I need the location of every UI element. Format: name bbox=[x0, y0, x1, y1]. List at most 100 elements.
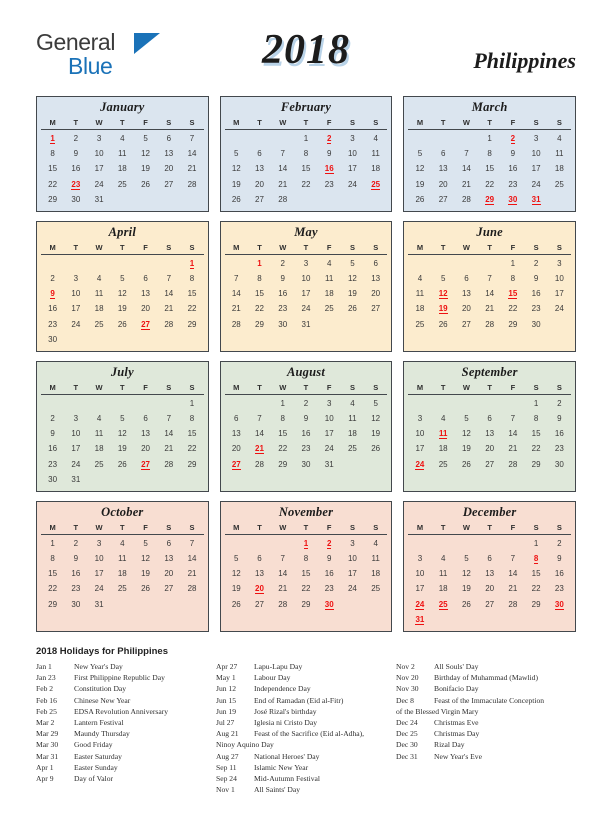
day-cell[interactable]: 2 bbox=[271, 254, 294, 271]
day-cell[interactable]: 18 bbox=[364, 161, 387, 176]
day-cell[interactable]: 11 bbox=[408, 286, 431, 301]
day-cell[interactable]: 8 bbox=[294, 146, 317, 161]
day-cell[interactable]: 7 bbox=[248, 411, 271, 426]
day-cell[interactable]: 26 bbox=[364, 441, 387, 456]
day-cell[interactable]: 16 bbox=[294, 426, 317, 441]
day-cell[interactable]: 28 bbox=[180, 581, 203, 596]
day-cell[interactable]: 19 bbox=[364, 426, 387, 441]
day-cell[interactable]: 25 bbox=[341, 441, 364, 456]
day-cell[interactable]: 22 bbox=[294, 581, 317, 596]
day-cell[interactable]: 27 bbox=[478, 597, 501, 612]
day-cell[interactable]: 24 bbox=[318, 441, 341, 456]
day-cell[interactable]: 24 bbox=[341, 581, 364, 596]
day-cell[interactable]: 14 bbox=[501, 426, 524, 441]
day-cell[interactable]: 17 bbox=[64, 441, 87, 456]
day-cell[interactable]: 23 bbox=[294, 441, 317, 456]
day-cell[interactable]: 12 bbox=[111, 426, 134, 441]
day-cell[interactable]: 26 bbox=[111, 317, 134, 332]
day-cell[interactable]: 8 bbox=[501, 271, 524, 286]
day-cell[interactable]: 9 bbox=[525, 271, 548, 286]
day-cell[interactable]: 22 bbox=[525, 441, 548, 456]
day-cell[interactable]: 7 bbox=[180, 130, 203, 147]
day-cell[interactable]: 22 bbox=[180, 301, 203, 316]
day-cell[interactable]: 2 bbox=[41, 271, 64, 286]
day-cell[interactable]: 20 bbox=[134, 301, 157, 316]
day-cell[interactable]: 9 bbox=[318, 551, 341, 566]
day-cell[interactable]: 28 bbox=[501, 597, 524, 612]
day-cell-holiday[interactable]: 31 bbox=[408, 612, 431, 627]
day-cell[interactable]: 30 bbox=[64, 597, 87, 612]
day-cell[interactable]: 9 bbox=[501, 146, 524, 161]
day-cell[interactable]: 25 bbox=[548, 176, 571, 191]
day-cell-holiday[interactable]: 30 bbox=[501, 192, 524, 207]
day-cell[interactable]: 9 bbox=[548, 411, 571, 426]
day-cell[interactable]: 30 bbox=[41, 332, 64, 347]
day-cell[interactable]: 8 bbox=[248, 271, 271, 286]
day-cell[interactable]: 5 bbox=[364, 394, 387, 411]
day-cell[interactable]: 19 bbox=[225, 581, 248, 596]
day-cell[interactable]: 28 bbox=[478, 317, 501, 332]
day-cell[interactable]: 20 bbox=[455, 301, 478, 316]
day-cell[interactable]: 7 bbox=[501, 551, 524, 566]
day-cell-holiday[interactable]: 2 bbox=[501, 130, 524, 147]
day-cell[interactable]: 13 bbox=[432, 161, 455, 176]
day-cell[interactable]: 28 bbox=[225, 317, 248, 332]
day-cell[interactable]: 28 bbox=[157, 457, 180, 472]
day-cell[interactable]: 21 bbox=[455, 176, 478, 191]
day-cell[interactable]: 27 bbox=[455, 317, 478, 332]
day-cell-holiday[interactable]: 24 bbox=[408, 597, 431, 612]
day-cell[interactable]: 24 bbox=[548, 301, 571, 316]
day-cell[interactable]: 3 bbox=[341, 534, 364, 551]
day-cell[interactable]: 11 bbox=[111, 551, 134, 566]
day-cell[interactable]: 29 bbox=[248, 317, 271, 332]
day-cell[interactable]: 17 bbox=[64, 301, 87, 316]
day-cell[interactable]: 21 bbox=[271, 176, 294, 191]
day-cell[interactable]: 18 bbox=[548, 161, 571, 176]
day-cell[interactable]: 15 bbox=[41, 161, 64, 176]
day-cell[interactable]: 4 bbox=[341, 394, 364, 411]
day-cell[interactable]: 19 bbox=[134, 161, 157, 176]
day-cell[interactable]: 29 bbox=[41, 597, 64, 612]
day-cell[interactable]: 28 bbox=[180, 176, 203, 191]
day-cell[interactable]: 11 bbox=[87, 426, 110, 441]
day-cell[interactable]: 28 bbox=[271, 192, 294, 207]
day-cell[interactable]: 7 bbox=[157, 411, 180, 426]
day-cell[interactable]: 2 bbox=[64, 534, 87, 551]
day-cell[interactable]: 12 bbox=[134, 551, 157, 566]
day-cell[interactable]: 29 bbox=[294, 597, 317, 612]
day-cell[interactable]: 19 bbox=[455, 441, 478, 456]
day-cell[interactable]: 25 bbox=[432, 457, 455, 472]
day-cell[interactable]: 31 bbox=[87, 192, 110, 207]
day-cell[interactable]: 22 bbox=[501, 301, 524, 316]
day-cell[interactable]: 13 bbox=[157, 551, 180, 566]
day-cell[interactable]: 15 bbox=[294, 566, 317, 581]
day-cell[interactable]: 20 bbox=[478, 441, 501, 456]
day-cell[interactable]: 15 bbox=[525, 566, 548, 581]
day-cell[interactable]: 27 bbox=[364, 301, 387, 316]
day-cell[interactable]: 21 bbox=[180, 161, 203, 176]
day-cell[interactable]: 26 bbox=[341, 301, 364, 316]
day-cell[interactable]: 28 bbox=[455, 192, 478, 207]
day-cell-holiday[interactable]: 2 bbox=[318, 130, 341, 147]
day-cell[interactable]: 21 bbox=[501, 441, 524, 456]
day-cell[interactable]: 20 bbox=[157, 161, 180, 176]
day-cell[interactable]: 9 bbox=[548, 551, 571, 566]
day-cell[interactable]: 12 bbox=[225, 161, 248, 176]
day-cell[interactable]: 8 bbox=[478, 146, 501, 161]
day-cell[interactable]: 17 bbox=[548, 286, 571, 301]
day-cell[interactable]: 16 bbox=[501, 161, 524, 176]
day-cell[interactable]: 3 bbox=[64, 411, 87, 426]
day-cell[interactable]: 4 bbox=[87, 271, 110, 286]
day-cell[interactable]: 19 bbox=[225, 176, 248, 191]
day-cell[interactable]: 26 bbox=[225, 192, 248, 207]
day-cell[interactable]: 2 bbox=[64, 130, 87, 147]
day-cell[interactable]: 13 bbox=[455, 286, 478, 301]
day-cell[interactable]: 8 bbox=[271, 411, 294, 426]
day-cell[interactable]: 29 bbox=[41, 192, 64, 207]
day-cell[interactable]: 8 bbox=[294, 551, 317, 566]
day-cell[interactable]: 12 bbox=[134, 146, 157, 161]
day-cell[interactable]: 13 bbox=[248, 161, 271, 176]
day-cell[interactable]: 1 bbox=[525, 534, 548, 551]
day-cell-holiday[interactable]: 30 bbox=[318, 597, 341, 612]
day-cell[interactable]: 14 bbox=[157, 286, 180, 301]
